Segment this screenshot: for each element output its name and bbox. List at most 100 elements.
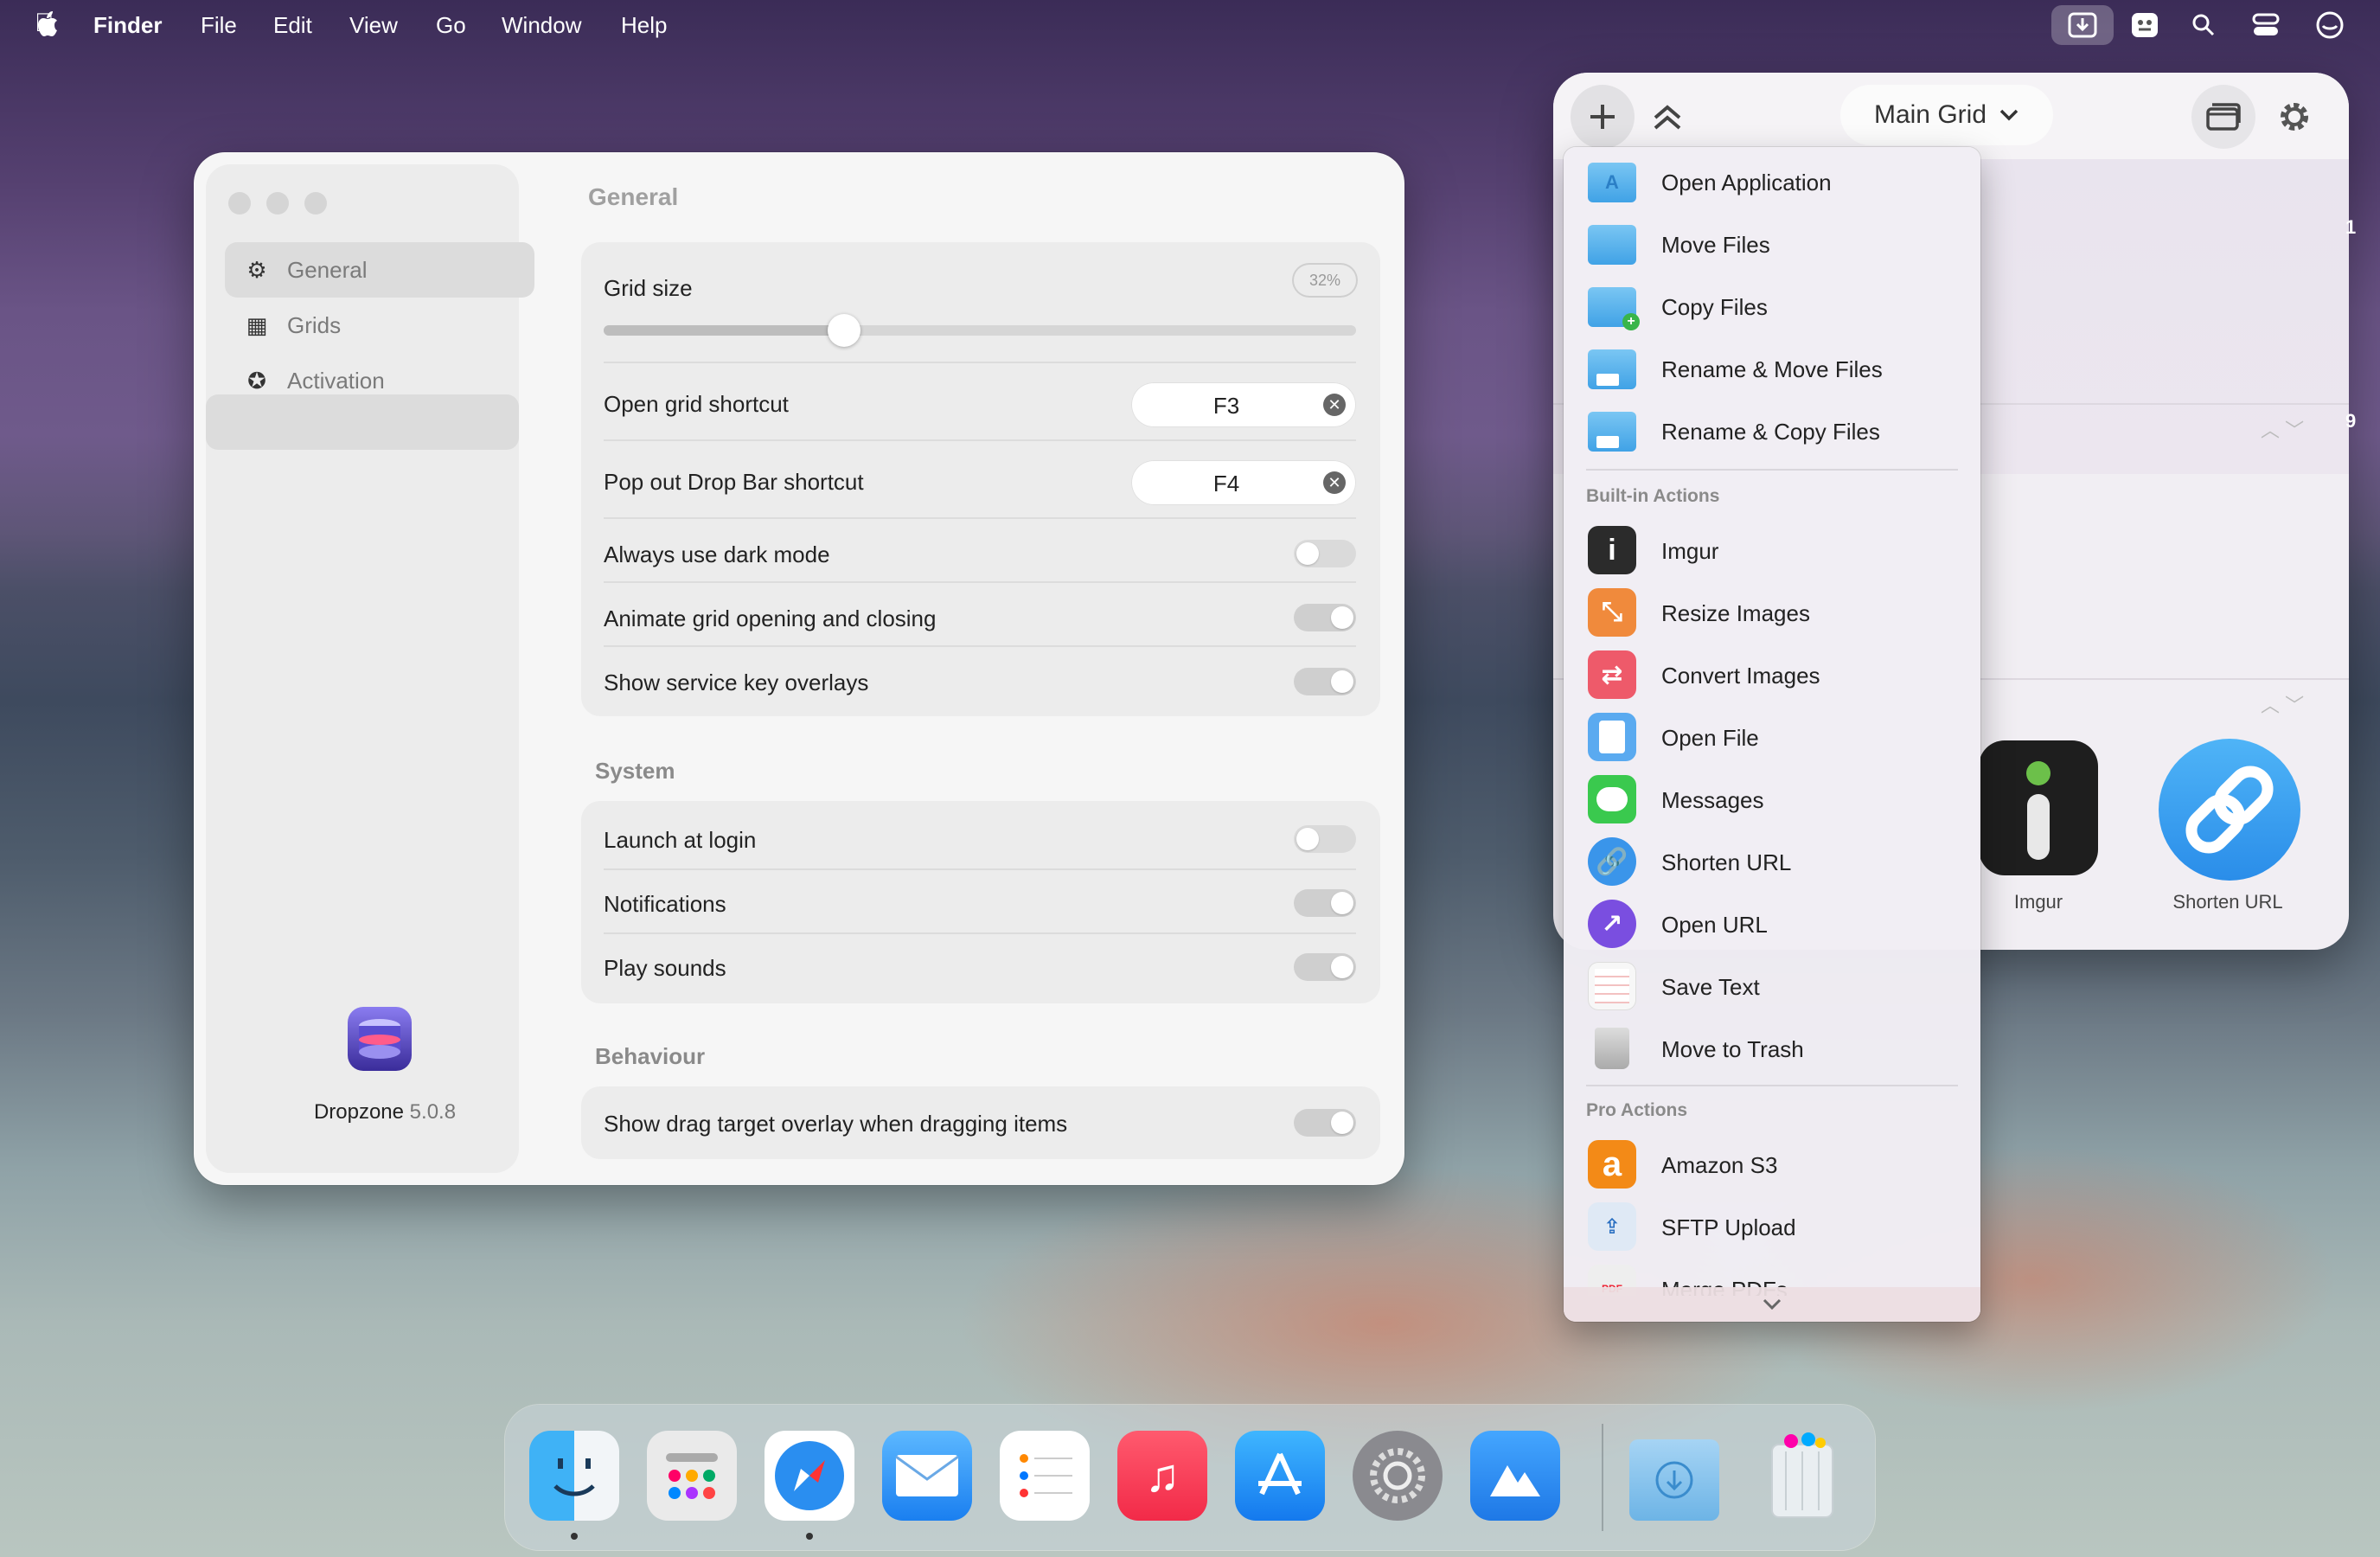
menu-app-name[interactable]: Finder xyxy=(93,12,162,39)
grid-size-slider[interactable] xyxy=(604,314,1356,347)
menu-item-shorten-url[interactable]: 🔗 Shorten URL xyxy=(1564,834,1980,889)
menu-item-label: Open URL xyxy=(1661,912,1768,938)
menu-item-messages[interactable]: Messages xyxy=(1564,772,1980,827)
animate-grid-label: Animate grid opening and closing xyxy=(604,606,937,631)
dock-divider xyxy=(1602,1424,1603,1531)
shorten-url-tile[interactable] xyxy=(2157,737,2302,882)
divider xyxy=(604,362,1356,363)
dock-music-icon[interactable]: ♫ xyxy=(1117,1431,1207,1521)
divider xyxy=(1586,469,1958,471)
drag-overlay-toggle[interactable] xyxy=(1294,1109,1356,1137)
bartender-status-icon[interactable] xyxy=(2127,9,2162,42)
notifications-toggle[interactable] xyxy=(1294,889,1356,917)
dark-mode-label: Always use dark mode xyxy=(604,541,830,567)
dock-mail-icon[interactable] xyxy=(882,1431,972,1521)
app-version: 5.0.8 xyxy=(409,1100,457,1124)
imgur-tile[interactable] xyxy=(1977,740,2100,875)
dropzone-status-icon[interactable] xyxy=(2051,5,2114,45)
dark-mode-toggle[interactable] xyxy=(1294,540,1356,567)
sidebar-item-grids[interactable]: ▦ Grids xyxy=(225,298,534,353)
grid-selector-dropdown[interactable]: Main Grid xyxy=(1840,85,2053,145)
dock-safari-icon[interactable] xyxy=(765,1431,854,1521)
menu-item-open-application[interactable]: A Open Application xyxy=(1564,154,1980,209)
divider xyxy=(604,581,1356,583)
dock-reminders-icon[interactable] xyxy=(1000,1431,1090,1521)
menu-item-rename-copy-files[interactable]: Rename & Copy Files xyxy=(1564,403,1980,458)
dock-trash-icon[interactable] xyxy=(1757,1431,1847,1521)
apple-logo-icon[interactable] xyxy=(35,10,59,44)
clear-shortcut-icon[interactable]: ✕ xyxy=(1323,394,1346,416)
menu-item-copy-files[interactable]: + Copy Files xyxy=(1564,279,1980,334)
general-section-title: General xyxy=(588,183,679,210)
dropzone-logo-icon xyxy=(346,1005,413,1073)
running-indicator xyxy=(806,1533,813,1540)
system-section-title: System xyxy=(595,758,675,784)
minimize-window-button[interactable] xyxy=(266,192,289,215)
divider xyxy=(604,439,1356,441)
imgur-tile-label: Imgur xyxy=(2013,891,2063,913)
trash-icon xyxy=(1588,1024,1636,1073)
clear-shortcut-icon[interactable]: ✕ xyxy=(1323,471,1346,494)
divider xyxy=(604,645,1356,647)
chevron-down-icon xyxy=(1999,109,2019,121)
dock-finder-icon[interactable] xyxy=(529,1431,619,1521)
collapse-up-icon[interactable] xyxy=(1648,99,1686,137)
sidebar-item-activation[interactable]: ✪ Activation xyxy=(225,353,534,408)
menu-window[interactable]: Window xyxy=(502,12,581,39)
grid-size-value-badge: 32% xyxy=(1292,263,1358,298)
menu-item-amazon-s3[interactable]: a Amazon S3 xyxy=(1564,1137,1980,1192)
dock-dropzone-icon[interactable] xyxy=(1470,1431,1560,1521)
menu-item-sftp-upload[interactable]: ⇪ SFTP Upload xyxy=(1564,1199,1980,1254)
gear-icon[interactable] xyxy=(2262,85,2326,149)
menu-item-move-files[interactable]: Move Files xyxy=(1564,216,1980,272)
dock-downloads-folder-icon[interactable] xyxy=(1629,1439,1719,1521)
behaviour-panel: Show drag target overlay when dragging i… xyxy=(581,1086,1380,1159)
menu-item-resize-images[interactable]: ⤡ Resize Images xyxy=(1564,585,1980,640)
dock-app-store-icon[interactable] xyxy=(1235,1431,1325,1521)
service-key-overlays-toggle[interactable] xyxy=(1294,668,1356,695)
resize-icon: ⤡ xyxy=(1588,588,1636,637)
open-grid-shortcut-key: F3 xyxy=(1212,393,1240,419)
siri-icon[interactable] xyxy=(2313,9,2347,42)
grid-size-slider-knob[interactable] xyxy=(828,314,861,347)
zoom-window-button[interactable] xyxy=(304,192,327,215)
menu-edit[interactable]: Edit xyxy=(273,12,312,39)
menu-item-open-url[interactable]: ↗ Open URL xyxy=(1564,896,1980,952)
dock-launchpad-icon[interactable] xyxy=(647,1431,737,1521)
control-center-icon[interactable] xyxy=(2249,9,2283,42)
menu-item-rename-move-files[interactable]: Rename & Move Files xyxy=(1564,341,1980,396)
row-nav-arrows[interactable]: ︿ ﹀ xyxy=(2261,690,2304,718)
popout-shortcut-field[interactable]: F4 ✕ xyxy=(1131,460,1356,505)
menu-item-save-text[interactable]: Save Text xyxy=(1564,958,1980,1014)
menu-go[interactable]: Go xyxy=(436,12,466,39)
menu-item-imgur[interactable]: i Imgur xyxy=(1564,522,1980,578)
menu-help[interactable]: Help xyxy=(621,12,667,39)
menu-item-label: Amazon S3 xyxy=(1661,1152,1778,1178)
menu-item-move-to-trash[interactable]: Move to Trash xyxy=(1564,1021,1980,1076)
drop-bar-button[interactable] xyxy=(2191,85,2255,149)
animate-grid-toggle[interactable] xyxy=(1294,604,1356,631)
spotlight-search-icon[interactable] xyxy=(2186,9,2221,42)
menu-item-label: Shorten URL xyxy=(1661,849,1792,875)
folder-icon xyxy=(1588,225,1636,265)
running-indicator xyxy=(571,1533,578,1540)
menu-item-convert-images[interactable]: ⇄ Convert Images xyxy=(1564,647,1980,702)
folder-plus-icon: + xyxy=(1588,287,1640,330)
launch-at-login-toggle[interactable] xyxy=(1294,825,1356,853)
sidebar-item-general[interactable]: ⚙ General xyxy=(225,242,534,298)
menu-view[interactable]: View xyxy=(349,12,398,39)
menu-item-label: Resize Images xyxy=(1661,600,1810,626)
row-nav-arrows[interactable]: ︿ ﹀ xyxy=(2261,415,2304,443)
play-sounds-toggle[interactable] xyxy=(1294,953,1356,981)
dock-system-settings-icon[interactable] xyxy=(1353,1431,1443,1521)
menu-item-open-file[interactable]: Open File xyxy=(1564,709,1980,765)
chevron-down-icon xyxy=(1763,1298,1782,1310)
close-window-button[interactable] xyxy=(228,192,251,215)
open-grid-shortcut-field[interactable]: F3 ✕ xyxy=(1131,382,1356,427)
menu-item-label: Open Application xyxy=(1661,170,1832,195)
menu-item-label: Rename & Move Files xyxy=(1661,356,1883,382)
divider xyxy=(604,517,1356,519)
scroll-down-indicator[interactable] xyxy=(1564,1287,1980,1322)
add-action-button[interactable] xyxy=(1571,85,1635,149)
menu-file[interactable]: File xyxy=(201,12,237,39)
